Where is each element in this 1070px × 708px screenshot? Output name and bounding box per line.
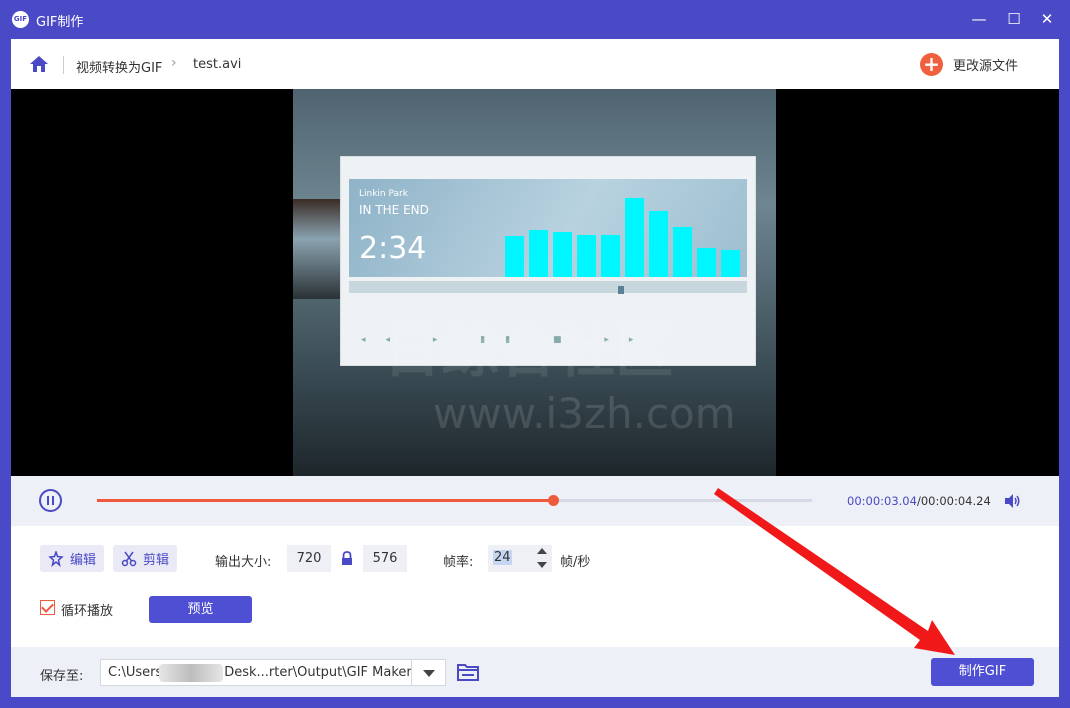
- main-window: 视频转换为GIF › test.avi + 更改源文件 Linkin Park …: [11, 39, 1059, 697]
- pause-button[interactable]: [39, 489, 62, 512]
- fps-label: 帧率:: [443, 555, 474, 570]
- output-path-select[interactable]: C:\Users Desk...rter\Output\GIF Maker: [100, 659, 446, 686]
- breadcrumb-item-file: test.avi: [193, 57, 242, 72]
- progress-slider[interactable]: [97, 495, 812, 506]
- lock-icon[interactable]: [340, 551, 354, 566]
- redacted-username: [159, 664, 223, 682]
- song-title: IN THE END: [359, 203, 429, 217]
- equalizer-bar: [721, 250, 740, 277]
- scissors-icon: [121, 551, 137, 566]
- fps-stepper[interactable]: 24: [488, 545, 552, 572]
- output-path: C:\Users Desk...rter\Output\GIF Maker: [108, 665, 412, 680]
- fps-value[interactable]: 24: [493, 550, 512, 565]
- breadcrumb: 视频转换为GIF › test.avi + 更改源文件: [11, 39, 1059, 89]
- folder-icon[interactable]: [456, 662, 480, 682]
- edit-button[interactable]: 编辑: [40, 545, 105, 572]
- title-bar: GIF GIF制作 — ☐ ✕: [0, 0, 1070, 39]
- change-source-label: 更改源文件: [953, 58, 1019, 74]
- progress-fill: [97, 499, 554, 502]
- player-seekbar: [349, 281, 747, 293]
- loop-checkbox[interactable]: [40, 600, 55, 615]
- total-time: /00:00:04.24: [916, 494, 991, 508]
- equalizer-bar: [529, 230, 548, 277]
- equalizer-bar: [673, 227, 692, 277]
- minimize-button[interactable]: —: [968, 8, 990, 30]
- maximize-button[interactable]: ☐: [1003, 8, 1025, 30]
- equalizer-bar: [601, 235, 620, 277]
- stepper-up-icon[interactable]: [537, 548, 547, 554]
- video-preview: Linkin Park IN THE END 2:34 ◂◂ ▸ ▮▮ ■ ▸▸…: [11, 89, 1059, 476]
- edit-settings: 编辑 剪辑 输出大小: 720 576 帧率: 24 帧/秒 循环播放 预览: [11, 526, 1059, 647]
- height-input[interactable]: 576: [363, 545, 407, 572]
- current-time: 00:00:03.04: [847, 494, 917, 508]
- background-object: [293, 199, 343, 299]
- video-frame: Linkin Park IN THE END 2:34 ◂◂ ▸ ▮▮ ■ ▸▸…: [293, 89, 776, 476]
- save-to-label: 保存至:: [40, 669, 84, 684]
- breadcrumb-item-convert[interactable]: 视频转换为GIF: [76, 57, 162, 76]
- cut-label: 剪辑: [143, 553, 170, 568]
- player-seek-knob: [618, 286, 624, 294]
- preview-button[interactable]: 预览: [149, 596, 252, 623]
- progress-knob[interactable]: [548, 495, 560, 506]
- close-button[interactable]: ✕: [1036, 8, 1058, 30]
- magic-wand-icon: [48, 550, 64, 567]
- artist-label: Linkin Park: [359, 189, 408, 199]
- width-input[interactable]: 720: [287, 545, 331, 572]
- equalizer-bar: [697, 248, 716, 277]
- playback-controls: 00:00:03.04/00:00:04.24: [11, 476, 1059, 526]
- chevron-right-icon: ›: [171, 55, 177, 71]
- chevron-down-icon[interactable]: [411, 660, 445, 685]
- track-time: 2:34: [359, 231, 427, 266]
- breadcrumb-divider: [63, 56, 64, 74]
- equalizer-bar: [505, 236, 524, 277]
- stepper-down-icon[interactable]: [537, 562, 547, 568]
- volume-icon[interactable]: [1003, 492, 1021, 510]
- equalizer-bar: [553, 232, 572, 277]
- timecode: 00:00:03.04/00:00:04.24: [847, 494, 991, 508]
- save-bar: 保存至: C:\Users Desk...rter\Output\GIF Mak…: [11, 647, 1059, 697]
- make-gif-button[interactable]: 制作GIF: [931, 658, 1034, 686]
- watermark-url: www.i3zh.com: [433, 389, 736, 438]
- change-source-button[interactable]: + 更改源文件: [920, 52, 1018, 76]
- window-title: GIF制作: [36, 15, 84, 30]
- fps-unit: 帧/秒: [560, 555, 591, 570]
- loop-label: 循环播放: [61, 604, 114, 619]
- watermark-text: 日综合社区: [383, 317, 674, 385]
- equalizer-bar: [649, 211, 668, 277]
- app-logo-icon: GIF: [12, 11, 29, 28]
- plus-icon: +: [920, 52, 943, 76]
- output-size-label: 输出大小:: [215, 555, 272, 570]
- player-display: Linkin Park IN THE END 2:34: [349, 179, 747, 277]
- equalizer-bar: [625, 198, 644, 277]
- edit-label: 编辑: [70, 553, 97, 568]
- cut-button[interactable]: 剪辑: [113, 545, 178, 572]
- equalizer-bar: [577, 235, 596, 277]
- home-icon[interactable]: [29, 54, 49, 74]
